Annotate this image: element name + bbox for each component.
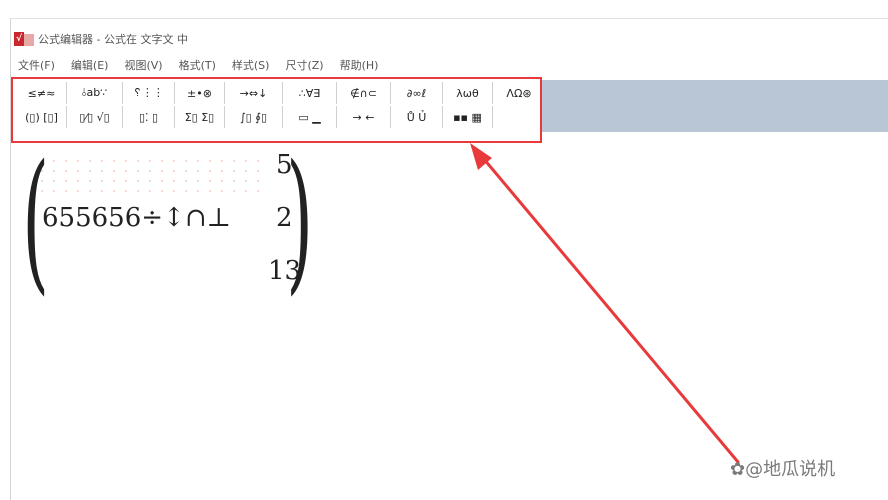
formula-area[interactable]: ( ) 5 655656÷↕∩⊥ 2 13 [20, 145, 320, 297]
menu-size[interactable]: 尺寸(Z) [285, 57, 323, 73]
screen-top [0, 0, 888, 18]
watermark-icon: ✿ [730, 459, 746, 480]
menu-style[interactable]: 样式(S) [232, 57, 270, 73]
placeholder-dots [36, 156, 266, 196]
menu-view[interactable]: 视图(V) [124, 57, 162, 73]
formula-bottom-value: 13 [268, 256, 302, 286]
watermark: ✿@地瓜说机 [730, 459, 836, 480]
equation-editor-app-icon: √ [14, 32, 34, 46]
formula-top-value: 5 [276, 150, 293, 180]
window-border-top [10, 18, 888, 19]
menu-file[interactable]: 文件(F) [18, 57, 55, 73]
menu-edit[interactable]: 编辑(E) [71, 57, 109, 73]
menu-help[interactable]: 帮助(H) [340, 57, 379, 73]
menu-bar: 文件(F) 编辑(E) 视图(V) 格式(T) 样式(S) 尺寸(Z) 帮助(H… [18, 57, 378, 73]
formula-middle-value: 2 [276, 203, 293, 233]
toolbar-highlight-box [11, 77, 542, 143]
toolbar-strip [542, 80, 888, 132]
window-title: 公式编辑器 - 公式在 文字文 中 [38, 33, 188, 46]
menu-format[interactable]: 格式(T) [179, 57, 216, 73]
title-bar: √ 公式编辑器 - 公式在 文字文 中 [14, 30, 188, 48]
formula-middle-expression: 655656÷↕∩⊥ [42, 203, 232, 233]
